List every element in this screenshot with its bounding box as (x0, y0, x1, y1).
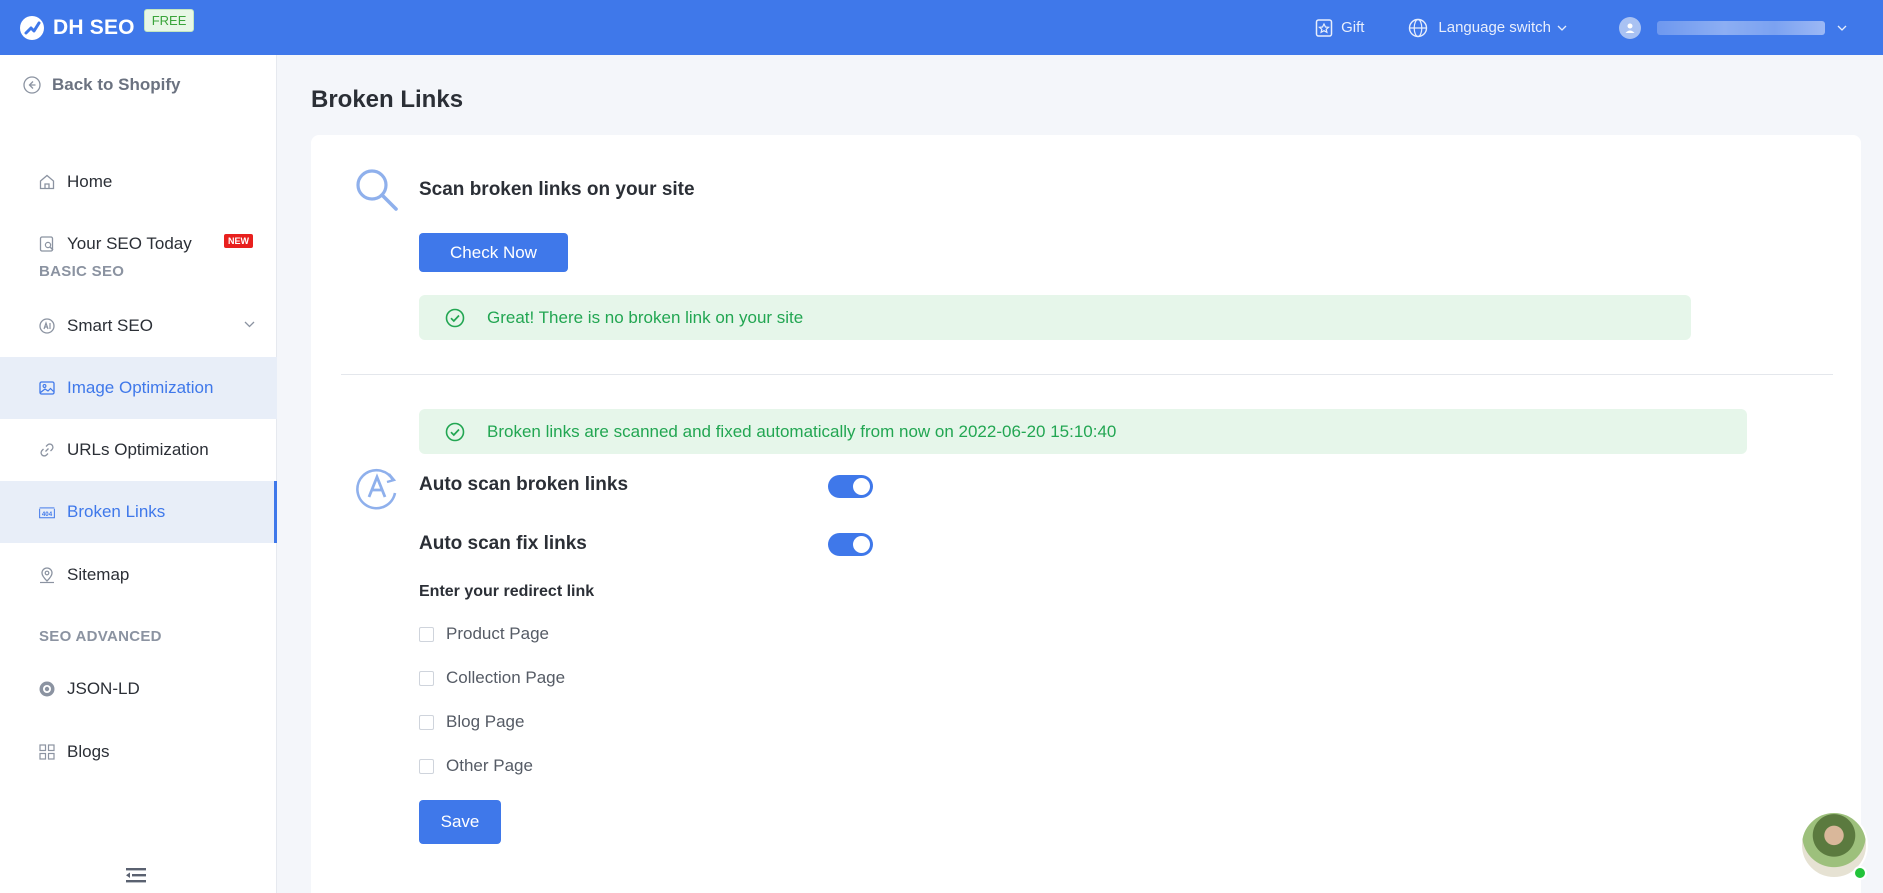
sidebar-item-label: Your SEO Today (67, 234, 192, 253)
user-menu[interactable] (1619, 16, 1847, 39)
map-pin-icon (38, 566, 56, 584)
back-label: Back to Shopify (52, 75, 181, 94)
sidebar-item-json-ld[interactable]: JSON-LD (0, 658, 277, 720)
top-bar: DH SEO FREE Gift Language switch (0, 0, 1883, 55)
svg-text:404: 404 (42, 511, 53, 518)
auto-fix-label: Auto scan fix links (419, 533, 587, 554)
sidebar-item-label: Smart SEO (67, 316, 153, 335)
json-ld-icon (38, 680, 56, 698)
plan-badge: FREE (143, 9, 195, 32)
scan-result-text: Great! There is no broken link on your s… (487, 307, 804, 327)
redirect-option-collection[interactable]: Collection Page (419, 668, 565, 688)
sidebar-item-sitemap[interactable]: Sitemap (0, 544, 277, 606)
save-button[interactable]: Save (419, 800, 501, 844)
seo-report-icon (38, 235, 56, 253)
toggle-knob (853, 478, 870, 495)
auto-scan-icon (356, 468, 397, 510)
check-now-button[interactable]: Check Now (419, 233, 568, 272)
gift-icon (1315, 18, 1333, 37)
collapse-menu-icon[interactable] (126, 867, 146, 883)
404-icon: 404 (38, 503, 56, 521)
option-label: Other Page (446, 756, 533, 775)
back-arrow-icon (23, 76, 41, 94)
auto-status-text: Broken links are scanned and fixed autom… (487, 421, 1117, 441)
sidebar: Back to Shopify Home Your SEO Today NEW … (0, 55, 277, 893)
chevron-down-icon (1557, 25, 1567, 31)
gift-button[interactable]: Gift (1315, 18, 1364, 38)
scan-result-alert: Great! There is no broken link on your s… (419, 295, 1691, 340)
sidebar-item-label: Home (67, 172, 113, 191)
online-status-dot (1853, 866, 1867, 880)
sidebar-item-label: URLs Optimization (67, 440, 209, 459)
divider (341, 374, 1833, 375)
section-label-basic-seo: BASIC SEO (39, 263, 125, 280)
back-to-shopify-link[interactable]: Back to Shopify (22, 75, 180, 95)
language-switch[interactable]: Language switch (1408, 18, 1577, 38)
user-name-redacted (1657, 20, 1825, 35)
check-circle-icon (445, 308, 465, 327)
sidebar-item-label: Image Optimization (67, 378, 214, 397)
auto-scan-label: Auto scan broken links (419, 474, 629, 495)
brand[interactable]: DH SEO FREE (18, 0, 195, 55)
dh-seo-logo-icon (18, 14, 46, 42)
checkbox[interactable] (419, 670, 434, 686)
option-label: Blog Page (446, 712, 525, 731)
sidebar-item-image-optimization[interactable]: Image Optimization (0, 357, 277, 419)
scan-title: Scan broken links on your site (419, 179, 695, 200)
checkbox[interactable] (419, 626, 434, 642)
redirect-option-blog[interactable]: Blog Page (419, 712, 524, 732)
ai-icon (38, 317, 56, 335)
sidebar-item-label: Broken Links (67, 502, 166, 521)
user-avatar-icon (1619, 16, 1641, 39)
redirect-option-other[interactable]: Other Page (419, 756, 533, 776)
option-label: Product Page (446, 624, 550, 643)
option-label: Collection Page (446, 668, 566, 687)
sidebar-item-smart-seo[interactable]: Smart SEO (0, 295, 277, 357)
page-title: Broken Links (311, 86, 464, 113)
search-icon (356, 169, 398, 211)
checkbox[interactable] (419, 714, 434, 730)
chevron-down-icon (244, 321, 255, 328)
toggle-knob (853, 536, 870, 553)
broken-links-card: Scan broken links on your site Check Now… (311, 135, 1861, 893)
sidebar-item-broken-links[interactable]: 404 Broken Links (0, 481, 277, 543)
image-icon (38, 379, 56, 397)
link-icon (38, 441, 56, 459)
checkbox[interactable] (419, 758, 434, 774)
language-label: Language switch (1438, 19, 1551, 36)
section-label-seo-advanced: SEO ADVANCED (39, 628, 162, 645)
home-icon (38, 173, 56, 191)
sidebar-item-label: Blogs (67, 742, 110, 761)
sidebar-item-label: JSON-LD (67, 679, 140, 698)
sidebar-item-home[interactable]: Home (0, 151, 277, 213)
auto-fix-toggle[interactable] (828, 533, 873, 556)
auto-scan-toggle[interactable] (828, 475, 873, 498)
blogs-icon (38, 743, 56, 761)
globe-icon (1409, 18, 1428, 37)
auto-status-alert: Broken links are scanned and fixed autom… (419, 409, 1747, 454)
check-circle-icon (445, 422, 465, 441)
sidebar-item-urls-optimization[interactable]: URLs Optimization (0, 419, 277, 481)
sidebar-item-label: Sitemap (67, 565, 130, 584)
new-badge: NEW (224, 234, 253, 248)
brand-name: DH SEO (53, 15, 135, 39)
redirect-option-product[interactable]: Product Page (419, 624, 549, 644)
gift-label: Gift (1341, 19, 1365, 36)
redirect-label: Enter your redirect link (419, 583, 595, 600)
chevron-down-icon (1837, 25, 1847, 31)
sidebar-item-blogs[interactable]: Blogs (0, 721, 277, 783)
